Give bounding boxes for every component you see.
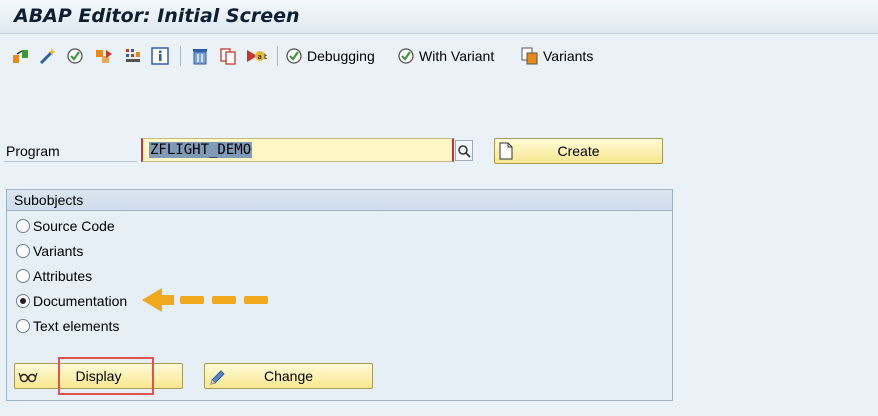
program-input[interactable]: ZFLIGHT_DEMO [141, 138, 454, 162]
radio-label: Attributes [33, 268, 93, 284]
title-bar: ABAP Editor: Initial Screen [0, 0, 878, 34]
search-icon [458, 144, 471, 158]
subobjects-title: Subobjects [7, 190, 672, 211]
display-label: Display [75, 368, 122, 384]
radio-documentation[interactable]: Documentation [16, 291, 127, 311]
with-variant-button[interactable]: With Variant [396, 45, 494, 67]
radio-label: Source Code [33, 218, 115, 234]
radio-text-elements[interactable]: Text elements [16, 316, 119, 336]
object-list-icon[interactable] [122, 45, 144, 67]
annotation-arrow-icon [142, 288, 268, 312]
radio-source-code[interactable]: Source Code [16, 216, 115, 236]
variants-button[interactable]: Variants [520, 45, 593, 67]
application-toolbar: a b Debugging With Variant Variants [0, 35, 878, 79]
radio-button[interactable] [16, 244, 30, 258]
debugging-label: Debugging [307, 48, 375, 64]
radio-label: Text elements [33, 318, 120, 334]
create-label: Create [557, 143, 600, 159]
with-variant-icon [396, 46, 416, 66]
value-help-button[interactable] [455, 140, 473, 161]
radio-button[interactable] [16, 319, 30, 333]
radio-label: Variants [33, 243, 84, 259]
change-label: Change [263, 368, 314, 384]
copy-icon[interactable] [217, 45, 239, 67]
change-button[interactable]: Change [204, 363, 373, 389]
toolbar-separator [277, 46, 278, 66]
variants-icon [520, 46, 540, 66]
svg-text:a b: a b [258, 53, 268, 61]
rename-icon[interactable]: a b [245, 45, 267, 67]
radio-button-selected[interactable] [16, 294, 30, 308]
with-variant-label: With Variant [419, 48, 495, 64]
radio-button[interactable] [16, 269, 30, 283]
check-icon[interactable] [64, 45, 86, 67]
radio-attributes[interactable]: Attributes [16, 266, 92, 286]
magic-wand-icon[interactable] [37, 45, 59, 67]
debugging-button[interactable]: Debugging [284, 45, 375, 67]
delete-icon[interactable] [189, 45, 211, 67]
info-icon[interactable] [149, 45, 171, 67]
program-label-underline [4, 161, 137, 162]
radio-selected-dot [20, 298, 26, 304]
display-button[interactable]: Display [14, 363, 183, 389]
toolbar-separator [180, 46, 181, 66]
program-value: ZFLIGHT_DEMO [149, 142, 253, 158]
window-title: ABAP Editor: Initial Screen [14, 5, 300, 27]
create-button[interactable]: Create [494, 138, 663, 164]
radio-label: Documentation [33, 293, 128, 309]
debug-check-icon [284, 46, 304, 66]
other-object-icon[interactable] [93, 45, 115, 67]
radio-variants[interactable]: Variants [16, 241, 83, 261]
variants-label: Variants [543, 48, 594, 64]
radio-button[interactable] [16, 219, 30, 233]
program-label: Program [6, 143, 60, 159]
where-used-icon[interactable] [10, 45, 32, 67]
